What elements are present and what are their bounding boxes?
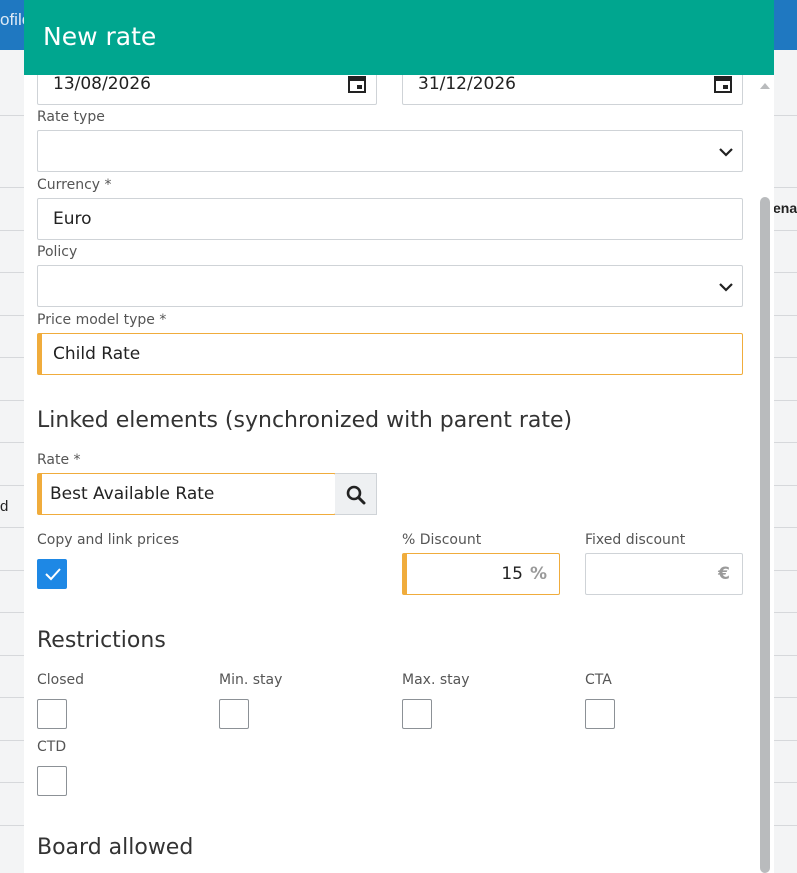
dialog-title: New rate bbox=[43, 22, 157, 51]
linked-elements-title: Linked elements (synchronized with paren… bbox=[37, 408, 573, 433]
chevron-down-icon bbox=[719, 283, 733, 292]
closed-checkbox[interactable] bbox=[37, 699, 67, 729]
rate-value: Best Available Rate bbox=[50, 484, 215, 504]
calendar-icon[interactable] bbox=[348, 75, 366, 93]
percent-discount-value: 15 bbox=[501, 564, 523, 584]
currency-field[interactable]: Euro bbox=[37, 198, 743, 240]
price-model-type-label: Price model type * bbox=[37, 312, 167, 328]
rate-search-button[interactable] bbox=[335, 473, 377, 515]
rate-field[interactable]: Best Available Rate bbox=[37, 473, 336, 515]
end-date-value: 31/12/2026 bbox=[418, 74, 516, 94]
copy-link-prices-label: Copy and link prices bbox=[37, 532, 180, 548]
scrollbar-thumb[interactable] bbox=[760, 197, 770, 873]
calendar-icon[interactable] bbox=[714, 75, 732, 93]
rate-type-select[interactable] bbox=[37, 130, 743, 172]
copy-link-prices-checkbox[interactable] bbox=[37, 559, 67, 589]
search-icon bbox=[346, 485, 366, 505]
dialog-header: New rate bbox=[24, 0, 774, 75]
currency-value: Euro bbox=[53, 209, 92, 229]
restriction-label-max-stay: Max. stay bbox=[402, 672, 470, 688]
policy-label: Policy bbox=[37, 244, 78, 260]
chevron-down-icon bbox=[719, 148, 733, 157]
price-model-type-field[interactable]: Child Rate bbox=[37, 333, 743, 375]
board-allowed-title: Board allowed bbox=[37, 835, 194, 860]
euro-suffix: € bbox=[718, 564, 730, 584]
policy-select[interactable] bbox=[37, 265, 743, 307]
scroll-up-arrow-icon[interactable] bbox=[759, 80, 771, 92]
background-column-header: ena bbox=[773, 200, 797, 216]
percent-discount-field[interactable]: 15 % bbox=[402, 553, 560, 595]
checkmark-icon bbox=[45, 568, 61, 581]
restrictions-title: Restrictions bbox=[37, 628, 166, 653]
new-rate-dialog: New rate 13/08/2026 31/12/2026 Rate type… bbox=[24, 0, 774, 873]
currency-label: Currency * bbox=[37, 177, 112, 193]
restriction-label-ctd: CTD bbox=[37, 739, 67, 755]
rate-type-label: Rate type bbox=[37, 109, 105, 125]
min-stay-checkbox[interactable] bbox=[219, 699, 249, 729]
rate-label: Rate * bbox=[37, 452, 81, 468]
max-stay-checkbox[interactable] bbox=[402, 699, 432, 729]
percent-discount-label: % Discount bbox=[402, 532, 482, 548]
fixed-discount-label: Fixed discount bbox=[585, 532, 686, 548]
dialog-body: 13/08/2026 31/12/2026 Rate type Currency… bbox=[24, 63, 774, 873]
price-model-type-value: Child Rate bbox=[53, 344, 141, 364]
ctd-checkbox[interactable] bbox=[37, 766, 67, 796]
cta-checkbox[interactable] bbox=[585, 699, 615, 729]
restriction-label-cta: CTA bbox=[585, 672, 612, 688]
start-date-value: 13/08/2026 bbox=[53, 74, 151, 94]
fixed-discount-field[interactable]: € bbox=[585, 553, 743, 595]
restriction-label-closed: Closed bbox=[37, 672, 85, 688]
percent-suffix: % bbox=[529, 564, 547, 584]
restriction-label-min-stay: Min. stay bbox=[219, 672, 283, 688]
background-cell-text: d bbox=[0, 498, 9, 515]
